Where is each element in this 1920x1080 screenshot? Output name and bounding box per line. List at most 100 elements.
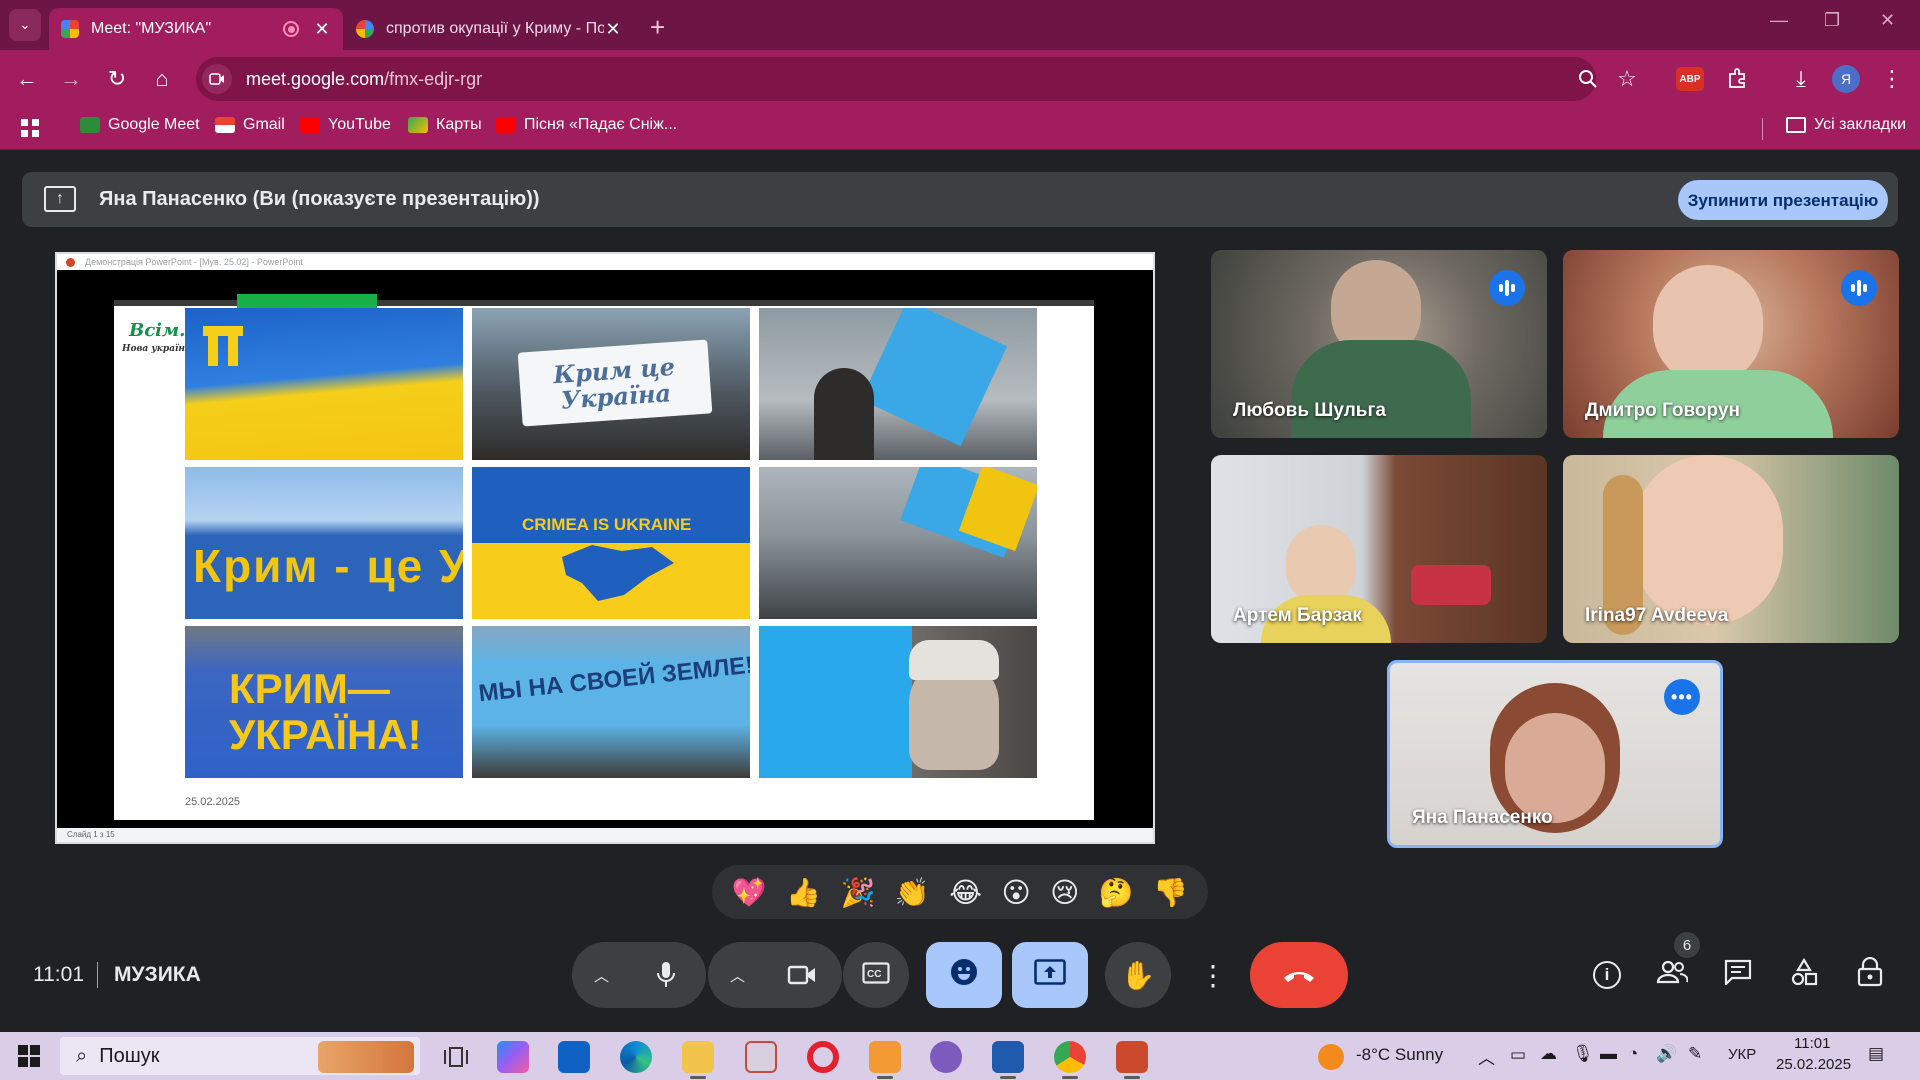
extensions-icon[interactable]: [1719, 61, 1755, 97]
participant-tile[interactable]: Дмитро Говорун: [1563, 250, 1899, 438]
powerpoint-icon[interactable]: [1116, 1041, 1148, 1079]
close-window-icon[interactable]: ✕: [1880, 10, 1895, 31]
tab-search[interactable]: спротив окупації у Криму - По ✕: [344, 8, 634, 50]
new-tab-button[interactable]: +: [650, 12, 665, 43]
task-view-icon[interactable]: [440, 1041, 472, 1073]
participant-name: Яна Панасенко: [1412, 807, 1553, 828]
end-call-button[interactable]: [1250, 942, 1348, 1008]
apps-grid-icon[interactable]: [20, 118, 40, 138]
participant-name: Дмитро Говорун: [1585, 400, 1740, 421]
show-hidden-icons-icon[interactable]: ︿: [1478, 1044, 1495, 1069]
reaction-surprised[interactable]: 😮: [1001, 876, 1030, 909]
app-icon[interactable]: [869, 1041, 901, 1079]
reactions-bar: 💖 👍 🎉 👏 😂 😮 😢 🤔 👎: [712, 865, 1208, 919]
captions-button[interactable]: CC: [843, 942, 909, 1008]
word-icon[interactable]: [992, 1041, 1024, 1079]
people-icon: [1656, 960, 1689, 991]
outlook-icon[interactable]: [558, 1041, 590, 1073]
tab-strip: ⌄ Meet: "МУЗИКА" ✕ спротив окупації у Кр…: [0, 0, 1920, 50]
battery-icon[interactable]: ▭: [1510, 1045, 1526, 1065]
search-icon: ⌕: [76, 1044, 88, 1067]
tab-meet[interactable]: Meet: "МУЗИКА" ✕: [49, 8, 343, 50]
weather-text[interactable]: -8°C Sunny: [1356, 1045, 1443, 1065]
input-language[interactable]: УКР: [1728, 1046, 1756, 1063]
downloads-icon[interactable]: ⤓: [1783, 61, 1819, 97]
weather-icon[interactable]: [1318, 1044, 1344, 1070]
people-button[interactable]: [1650, 953, 1694, 997]
address-bar[interactable]: meet.google.com/fmx-edjr-rgr: [196, 57, 1596, 101]
bookmark-google-meet[interactable]: Google Meet: [80, 116, 200, 134]
bookmark-star-icon[interactable]: ☆: [1609, 61, 1645, 97]
stop-presenting-button[interactable]: Зупинити презентацію: [1678, 180, 1888, 220]
participant-more-options-icon[interactable]: •••: [1664, 679, 1700, 715]
meet-favicon-icon: [61, 20, 79, 38]
meeting-details-button[interactable]: i: [1585, 953, 1629, 997]
tab-search-dropdown-button[interactable]: ⌄: [9, 9, 41, 41]
back-icon[interactable]: ←: [9, 61, 45, 97]
mic-icon[interactable]: [644, 953, 688, 997]
all-bookmarks-folder[interactable]: Усі закладки: [1786, 116, 1906, 134]
onedrive-icon[interactable]: ☁: [1540, 1044, 1557, 1064]
reaction-sparkling-heart[interactable]: 💖: [732, 876, 767, 909]
bookmark-song[interactable]: Пісня «Падає Сніж...: [496, 116, 677, 134]
reaction-crying[interactable]: 😢: [1050, 876, 1079, 909]
copilot-icon[interactable]: [497, 1041, 529, 1073]
video-settings-chevron-icon[interactable]: ︿: [730, 965, 745, 986]
reaction-thumbs-up[interactable]: 👍: [786, 876, 821, 909]
adblock-extension-icon[interactable]: ABP: [1676, 67, 1704, 91]
clock-time[interactable]: 11:01: [1794, 1035, 1830, 1052]
opera-icon[interactable]: [807, 1041, 839, 1073]
reaction-thinking[interactable]: 🤔: [1099, 876, 1134, 909]
participant-tile[interactable]: Irina97 Avdeeva: [1563, 455, 1899, 643]
restore-icon[interactable]: ❐: [1824, 10, 1840, 31]
power-icon[interactable]: ▬: [1600, 1044, 1617, 1064]
reaction-thumbs-down[interactable]: 👎: [1153, 876, 1188, 909]
pen-icon[interactable]: ✎: [1688, 1044, 1702, 1064]
url-text: meet.google.com/fmx-edjr-rgr: [246, 69, 482, 90]
minimize-icon[interactable]: —: [1770, 10, 1788, 31]
home-icon[interactable]: ⌂: [144, 61, 180, 97]
chat-button[interactable]: [1716, 953, 1760, 997]
participant-tile-self[interactable]: ••• Яна Панасенко: [1387, 660, 1723, 848]
participant-tile[interactable]: Любовь Шульга: [1211, 250, 1547, 438]
profile-avatar[interactable]: Я: [1832, 65, 1860, 93]
close-tab-icon[interactable]: ✕: [313, 19, 331, 40]
volume-icon[interactable]: 🔊: [1656, 1044, 1677, 1064]
reaction-party-popper[interactable]: 🎉: [841, 876, 876, 909]
present-now-button[interactable]: [1012, 942, 1088, 1008]
camera-icon[interactable]: [780, 953, 824, 997]
participant-tile[interactable]: Артем Барзак: [1211, 455, 1547, 643]
raise-hand-button[interactable]: ✋: [1105, 942, 1171, 1008]
file-explorer-icon[interactable]: [682, 1041, 714, 1079]
bookmark-gmail[interactable]: Gmail: [215, 116, 285, 134]
edge-icon[interactable]: [620, 1041, 652, 1073]
chrome-icon[interactable]: [1054, 1041, 1086, 1079]
bookmark-youtube[interactable]: YouTube: [300, 116, 391, 134]
notifications-icon[interactable]: ▤: [1868, 1044, 1884, 1064]
emoji-icon: [950, 958, 978, 993]
mic-tray-icon[interactable]: 🎙: [1572, 1044, 1594, 1064]
app-icon[interactable]: [745, 1041, 777, 1073]
windows-start-icon[interactable]: [18, 1045, 40, 1067]
captions-icon: CC: [862, 960, 890, 991]
taskbar-search[interactable]: ⌕ Пошук: [60, 1037, 420, 1075]
activities-button[interactable]: [1782, 953, 1826, 997]
reaction-clapping[interactable]: 👏: [895, 876, 930, 909]
host-controls-button[interactable]: [1848, 953, 1892, 997]
bookmark-maps[interactable]: Карты: [408, 116, 482, 134]
forward-icon[interactable]: →: [53, 61, 89, 97]
viber-icon[interactable]: [930, 1041, 962, 1073]
close-tab-icon[interactable]: ✕: [604, 19, 622, 40]
reaction-laughing[interactable]: 😂: [949, 876, 982, 909]
browser-menu-icon[interactable]: ⋮: [1874, 61, 1910, 97]
meeting-name: МУЗИКА: [114, 963, 201, 986]
maps-icon: [408, 117, 428, 133]
clock-date[interactable]: 25.02.2025: [1776, 1056, 1851, 1073]
site-info-icon[interactable]: [202, 64, 232, 94]
audio-settings-chevron-icon[interactable]: ︿: [594, 965, 609, 986]
more-options-button[interactable]: ⋮: [1188, 942, 1238, 1008]
zoom-icon[interactable]: [1570, 61, 1606, 97]
reload-icon[interactable]: ↻: [99, 61, 135, 97]
wifi-icon[interactable]: ◔: [1628, 1044, 1638, 1064]
emoji-reactions-button[interactable]: [926, 942, 1002, 1008]
